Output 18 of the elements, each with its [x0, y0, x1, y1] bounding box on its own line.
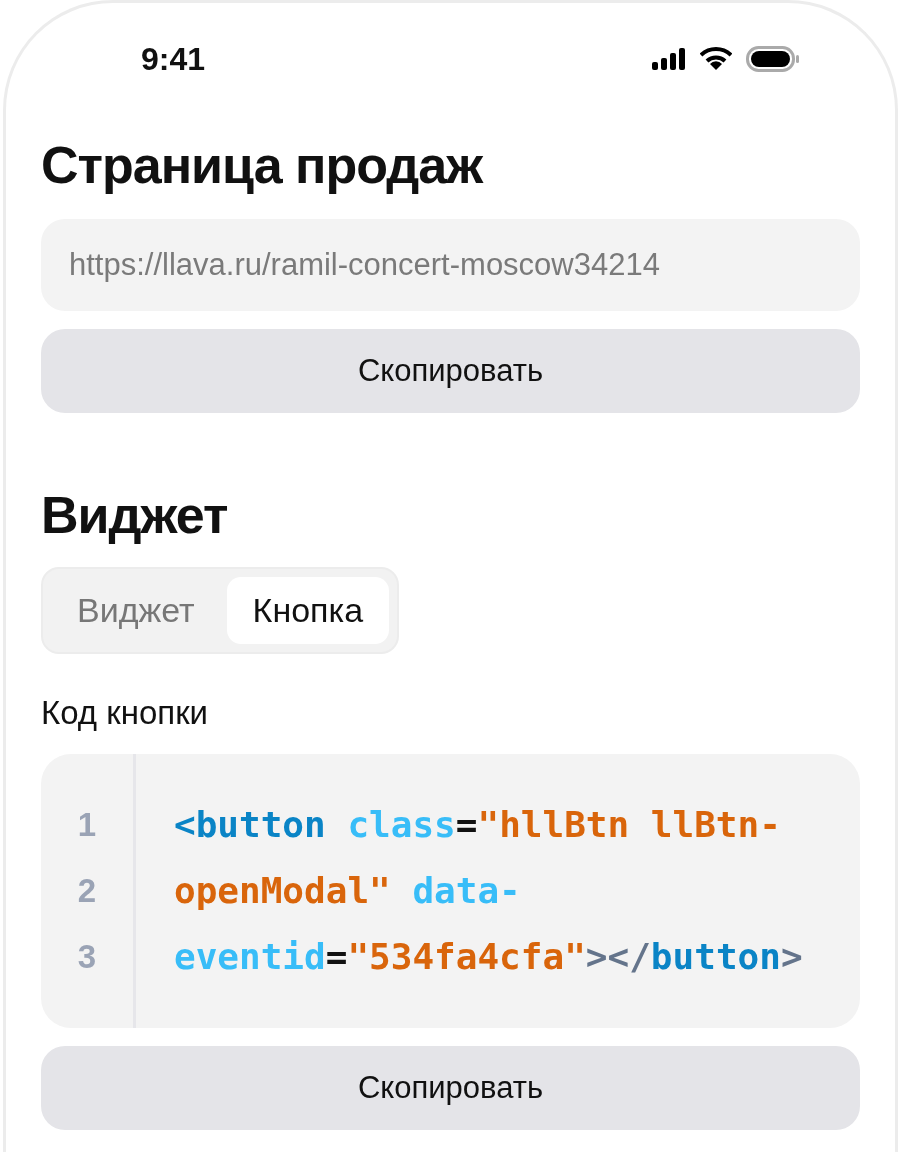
code-line: <button class="hllBtn llBtn-	[174, 803, 781, 847]
tab[interactable]: Виджет	[51, 577, 221, 644]
code-line: eventid="534fa4cfa"></button>	[174, 935, 803, 979]
tab[interactable]: Кнопка	[226, 577, 390, 644]
battery-icon	[746, 46, 800, 72]
page-title: Страница продаж	[41, 135, 485, 195]
status-time: 9:41	[141, 40, 206, 78]
copy-button[interactable]: Скопировать	[41, 329, 860, 413]
code-line: openModal" data-	[174, 869, 521, 913]
code-label: Код кнопки	[41, 694, 209, 732]
url-field[interactable]: https://llava.ru/ramil-concert-moscow34214	[41, 219, 860, 311]
line-number: 1	[77, 805, 97, 845]
section-title: Виджет	[41, 485, 229, 545]
copy-button[interactable]: Скопировать	[41, 1046, 860, 1130]
wifi-icon	[700, 47, 732, 71]
line-number: 3	[77, 937, 97, 977]
line-number: 2	[77, 871, 97, 911]
signal-icon	[652, 48, 686, 70]
